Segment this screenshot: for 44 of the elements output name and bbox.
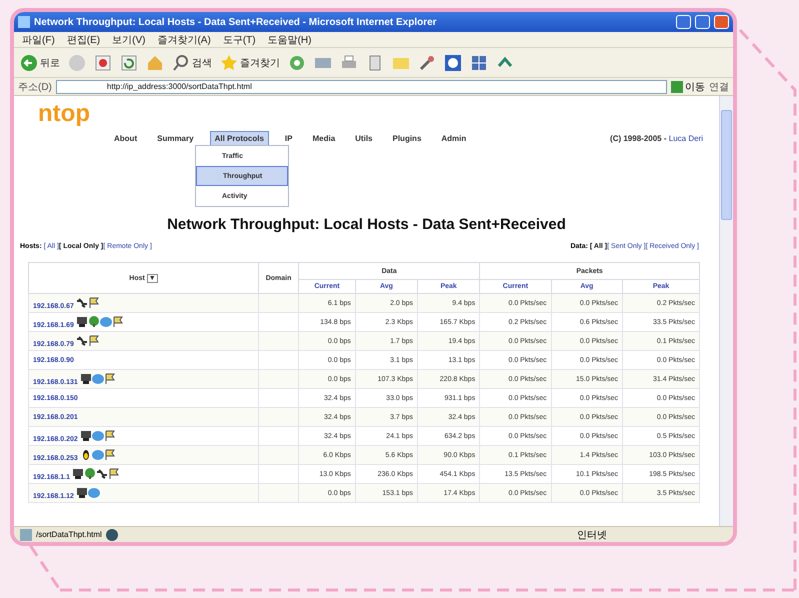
close-button[interactable]	[714, 15, 729, 29]
wrench-icon[interactable]	[418, 54, 436, 72]
links-label[interactable]: 연결	[709, 80, 729, 94]
nav-tab[interactable]: Utils	[351, 132, 376, 144]
address-field[interactable]: http://ip_address:3000/sortDataThpt.html	[56, 80, 667, 94]
menu-item[interactable]: 도움말(H)	[268, 32, 312, 46]
status-url: /sortDataThpt.html	[36, 530, 102, 539]
page-heading: Network Throughput: Local Hosts - Data Sent+Received	[166, 216, 567, 233]
nav-tab[interactable]: Media	[308, 132, 340, 144]
star-icon[interactable]	[220, 54, 238, 72]
messenger-icon[interactable]	[444, 54, 462, 72]
refresh-icon[interactable]	[120, 54, 138, 72]
copyright-text: (C) 1998-2005 - Luca Deri	[610, 134, 704, 142]
go-icon	[671, 80, 683, 92]
search-icon[interactable]	[172, 54, 190, 72]
nav-tab[interactable]: All Protocols	[210, 130, 269, 146]
scrollbar-thumb[interactable]	[721, 110, 732, 220]
nav-tab[interactable]: Plugins	[388, 132, 426, 144]
author-link[interactable]: Luca Deri	[668, 134, 703, 142]
nav-tab[interactable]: Admin	[437, 132, 470, 144]
minimize-button[interactable]	[676, 15, 691, 29]
zone-label: 인터넷	[577, 528, 607, 542]
grid-icon[interactable]	[470, 54, 488, 72]
menu-item[interactable]: 보기(V)	[112, 32, 146, 46]
menu-item[interactable]: 도구(T)	[222, 32, 256, 46]
window-title: Network Throughput: Local Hosts - Data Sent+Received - Microsoft Internet Explorer	[34, 16, 438, 28]
page-icon	[20, 528, 32, 540]
media-icon[interactable]	[288, 54, 306, 72]
stop-icon[interactable]	[94, 54, 112, 72]
maximize-button[interactable]	[695, 15, 710, 29]
menu-item[interactable]: 편집(E)	[66, 32, 100, 46]
toolbar-button[interactable]: 검색	[172, 54, 212, 72]
go-button[interactable]: 이동	[671, 80, 705, 94]
nav-tab[interactable]: IP	[280, 132, 296, 144]
back-icon[interactable]	[20, 54, 38, 72]
nav-tab[interactable]: Summary	[153, 132, 198, 144]
nav-tab[interactable]: About	[110, 132, 142, 144]
toolbar-button[interactable]: 즐겨찾기	[220, 54, 280, 72]
browser-icon	[18, 16, 30, 28]
address-label: 주소(D)	[18, 80, 52, 94]
ntop-logo: ntop	[37, 100, 91, 129]
menu-item[interactable]: 즐겨찾기(A)	[157, 32, 211, 46]
toolbar-button[interactable]: 뒤로	[20, 54, 60, 72]
menu-item[interactable]: 파일(F)	[22, 32, 55, 46]
